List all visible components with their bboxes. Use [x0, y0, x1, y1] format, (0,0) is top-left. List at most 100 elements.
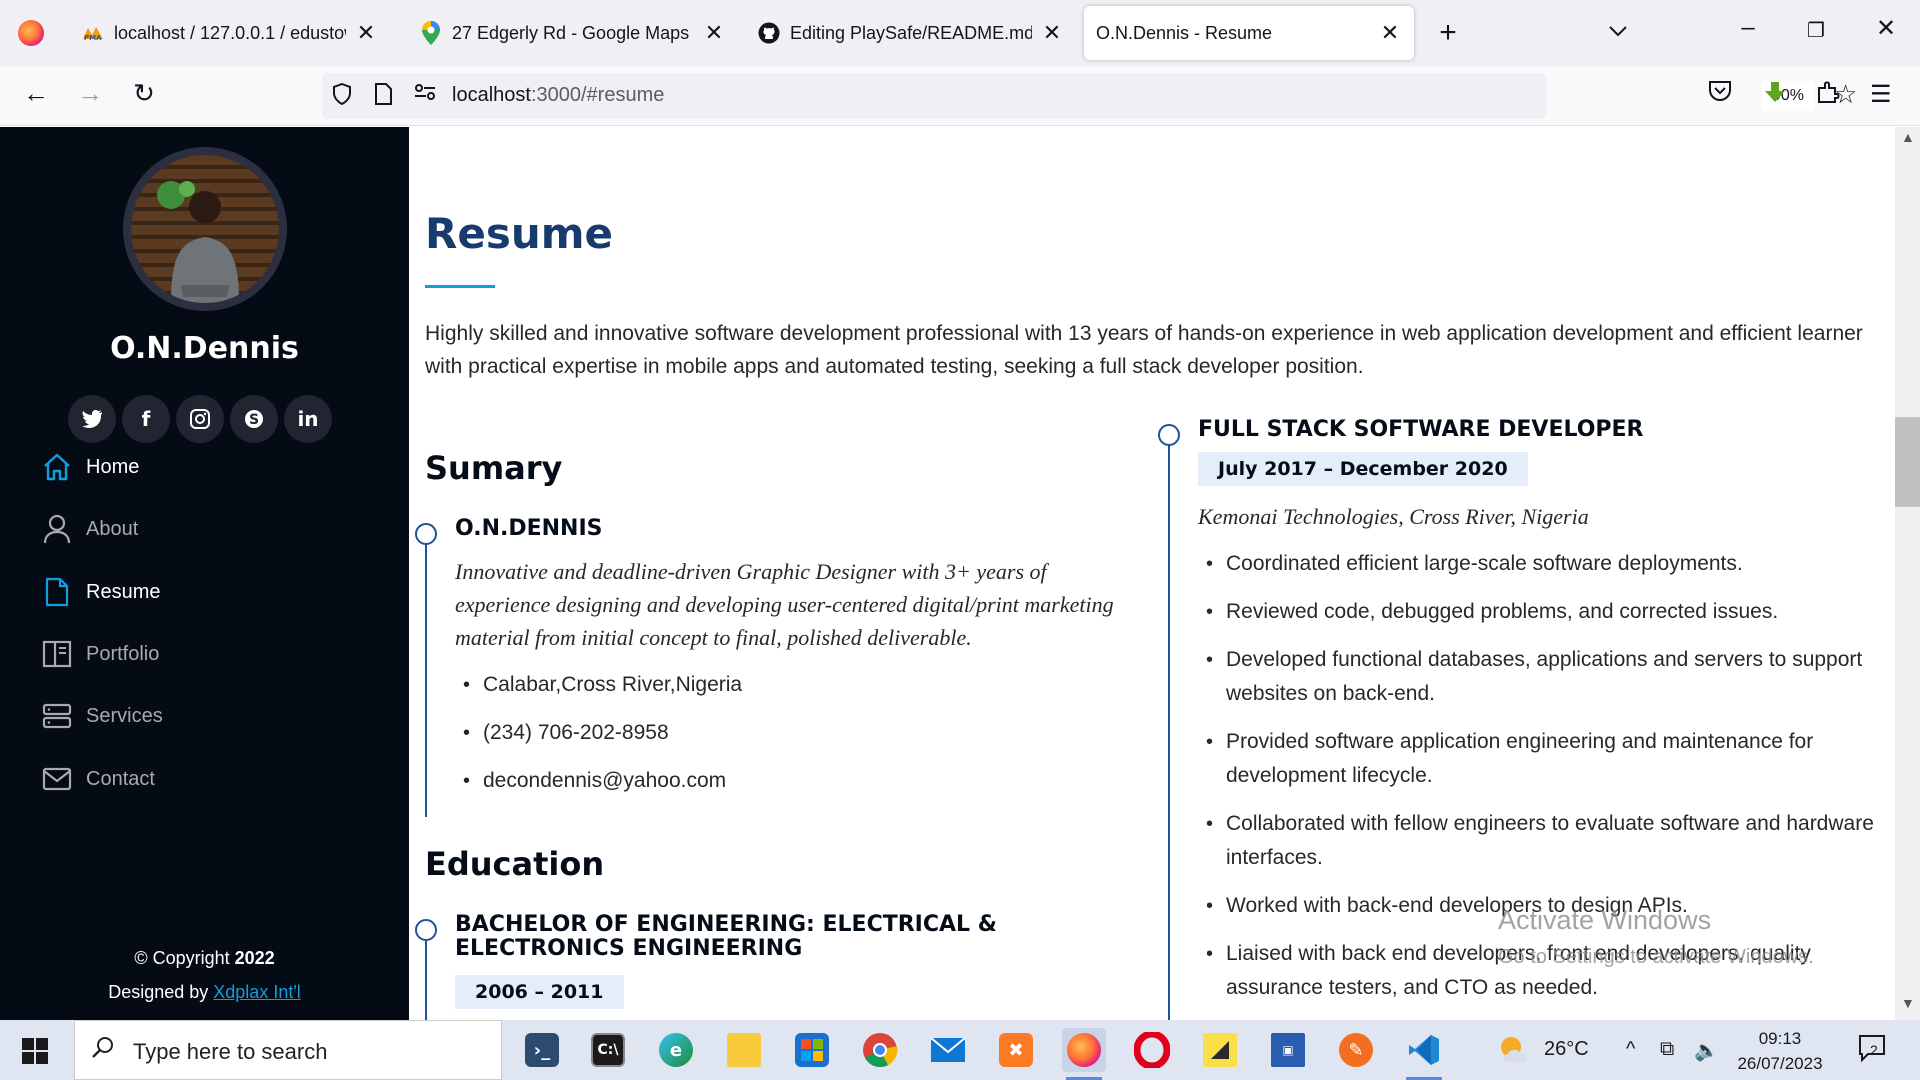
permissions-icon[interactable] — [414, 83, 436, 107]
system-clock[interactable]: 09:13 26/07/2023 — [1720, 1026, 1840, 1076]
url-path: :3000/#resume — [530, 84, 665, 106]
meet-now-icon[interactable]: ⧉ — [1660, 1038, 1674, 1061]
sticky-notes-icon[interactable] — [1198, 1028, 1242, 1072]
vscode-app-icon[interactable] — [1402, 1028, 1446, 1080]
browser-toolbar: ← → ↻ localhost:3000/#resume 90% ☆ ☰ — [0, 66, 1920, 126]
google-maps-icon — [420, 21, 442, 45]
powershell-app-icon[interactable]: ›_ — [520, 1028, 564, 1072]
menu-hamburger-icon[interactable]: ☰ — [1870, 80, 1892, 109]
skype-icon[interactable]: S — [230, 395, 278, 443]
page-scrollbar[interactable]: ▲ ▼ — [1895, 127, 1920, 1020]
weather-temperature[interactable]: 26°C — [1544, 1038, 1589, 1061]
section-title: Resume — [425, 209, 613, 258]
forward-button[interactable]: → — [72, 78, 108, 109]
restore-button[interactable]: ❐ — [1796, 18, 1836, 43]
sidebar-item-label: Contact — [86, 767, 155, 790]
notification-count: 2 — [1870, 1042, 1878, 1058]
resume-intro: Highly skilled and innovative software d… — [425, 322, 1863, 378]
reload-button[interactable]: ↻ — [126, 78, 162, 109]
sidebar-item-resume[interactable]: Resume — [40, 572, 360, 612]
taskbar-search[interactable]: Type here to search — [74, 1020, 502, 1080]
extensions-puzzle-icon[interactable] — [1816, 80, 1840, 111]
tab-github[interactable]: Editing PlaySafe/README.md at ✕ — [746, 6, 1076, 60]
resume-section: Resume Highly skilled and innovative sof… — [409, 127, 1895, 1020]
copyright-year: 2022 — [234, 948, 275, 968]
download-extension-icon[interactable] — [1762, 80, 1788, 113]
experience-dates: July 2017 – December 2020 — [1198, 452, 1528, 486]
close-tab-icon[interactable]: ✕ — [354, 20, 378, 46]
sidebar-item-services[interactable]: Services — [40, 696, 360, 736]
sidebar-item-portfolio[interactable]: Portfolio — [40, 634, 360, 674]
experience-duties: Coordinated efficient large-scale softwa… — [1198, 547, 1888, 1005]
pocket-icon[interactable] — [1708, 80, 1732, 109]
page-icon[interactable] — [374, 83, 392, 111]
close-tab-icon[interactable]: ✕ — [1378, 20, 1402, 46]
windows-start-icon[interactable] — [22, 1038, 48, 1064]
edge-app-icon[interactable]: e — [654, 1028, 698, 1072]
tab-title: Editing PlaySafe/README.md at — [790, 22, 1032, 43]
show-hidden-icons-chevron-icon[interactable]: ^ — [1626, 1038, 1635, 1061]
list-item: Collaborated with fellow engineers to ev… — [1198, 807, 1888, 875]
list-item: Coordinated efficient large-scale softwa… — [1198, 547, 1888, 581]
sidebar-item-contact[interactable]: Contact — [40, 759, 360, 799]
list-all-tabs-chevron-icon[interactable] — [1608, 20, 1628, 43]
title-underline — [425, 285, 495, 288]
list-item: Developed functional databases, applicat… — [1198, 643, 1888, 711]
terminal-app-icon[interactable]: C:\ — [586, 1028, 630, 1072]
url-text[interactable]: localhost:3000/#resume — [452, 84, 664, 107]
copyright-line: © Copyright 2022 — [0, 941, 409, 975]
twitter-icon[interactable] — [68, 395, 116, 443]
microsoft-store-icon[interactable] — [790, 1028, 834, 1072]
sidebar-item-label: Resume — [86, 580, 161, 603]
education-degree: BACHELOR OF ENGINEERING: ELECTRICAL & EL… — [455, 912, 997, 961]
file-explorer-icon[interactable] — [722, 1028, 766, 1072]
close-tab-icon[interactable]: ✕ — [1040, 20, 1064, 46]
editor-app-icon[interactable]: ✎ — [1334, 1028, 1378, 1072]
list-item: (234) 706-202-8958 — [455, 716, 1125, 750]
linkedin-icon[interactable]: in — [284, 395, 332, 443]
shield-icon[interactable] — [332, 82, 352, 111]
github-icon — [758, 22, 780, 44]
firefox-app-icon[interactable] — [1062, 1028, 1106, 1080]
sidebar-item-about[interactable]: About — [40, 509, 360, 549]
new-tab-button[interactable]: + — [1432, 16, 1464, 50]
opera-app-icon[interactable] — [1130, 1028, 1174, 1072]
chrome-app-icon[interactable] — [858, 1028, 902, 1072]
tab-resume[interactable]: O.N.Dennis - Resume ✕ — [1084, 6, 1414, 60]
activate-windows-subtitle: Go to Settings to activate Windows. — [1498, 946, 1814, 968]
notification-center-icon[interactable]: 2 — [1858, 1034, 1888, 1068]
minimize-button[interactable]: – — [1728, 14, 1768, 42]
sidebar: O.N.Dennis f S in Home About Resume Port… — [0, 127, 409, 1020]
instagram-icon[interactable] — [176, 395, 224, 443]
scrollbar-thumb[interactable] — [1895, 417, 1920, 507]
mail-app-icon[interactable] — [926, 1028, 970, 1072]
sidebar-item-label: About — [86, 517, 139, 540]
svg-text:S: S — [249, 412, 259, 428]
firefox-icon[interactable] — [18, 20, 44, 46]
close-window-button[interactable]: ✕ — [1866, 14, 1906, 43]
weather-icon[interactable] — [1498, 1034, 1532, 1070]
scroll-down-icon[interactable]: ▼ — [1901, 995, 1915, 1011]
designer-link[interactable]: Xdplax Int'l — [213, 982, 301, 1002]
address-bar[interactable]: localhost:3000/#resume 90% ☆ — [322, 73, 1857, 119]
close-tab-icon[interactable]: ✕ — [702, 20, 726, 46]
designed-by-line: Designed by Xdplax Int'l — [0, 975, 409, 1009]
sidebar-item-home[interactable]: Home — [40, 447, 360, 487]
back-button[interactable]: ← — [18, 78, 54, 109]
xampp-app-icon[interactable]: ✖ — [994, 1028, 1038, 1072]
tab-title: O.N.Dennis - Resume — [1096, 22, 1273, 43]
summary-title: Sumary — [425, 449, 563, 487]
scroll-up-icon[interactable]: ▲ — [1901, 129, 1915, 145]
remote-desktop-icon[interactable]: ▣ — [1266, 1028, 1310, 1072]
footer-credits: © Copyright 2022 Designed by Xdplax Int'… — [0, 941, 409, 1009]
volume-icon[interactable]: 🔈 — [1694, 1038, 1719, 1063]
list-item: decondennis@yahoo.com — [455, 764, 1125, 798]
social-links: f S in — [68, 395, 332, 443]
windows-taskbar: Type here to search ›_ C:\ e ✖ ▣ ✎ 26°C … — [0, 1020, 1920, 1080]
list-item: Provided software application engineerin… — [1198, 725, 1888, 793]
summary-description: Innovative and deadline-driven Graphic D… — [455, 559, 1114, 650]
tab-google-maps[interactable]: 27 Edgerly Rd - Google Maps ✕ — [408, 6, 738, 60]
clock-time: 09:13 — [1758, 1029, 1802, 1048]
facebook-icon[interactable]: f — [122, 395, 170, 443]
tab-phpmyadmin[interactable]: PMA localhost / 127.0.0.1 / edustow ✕ — [70, 6, 390, 60]
